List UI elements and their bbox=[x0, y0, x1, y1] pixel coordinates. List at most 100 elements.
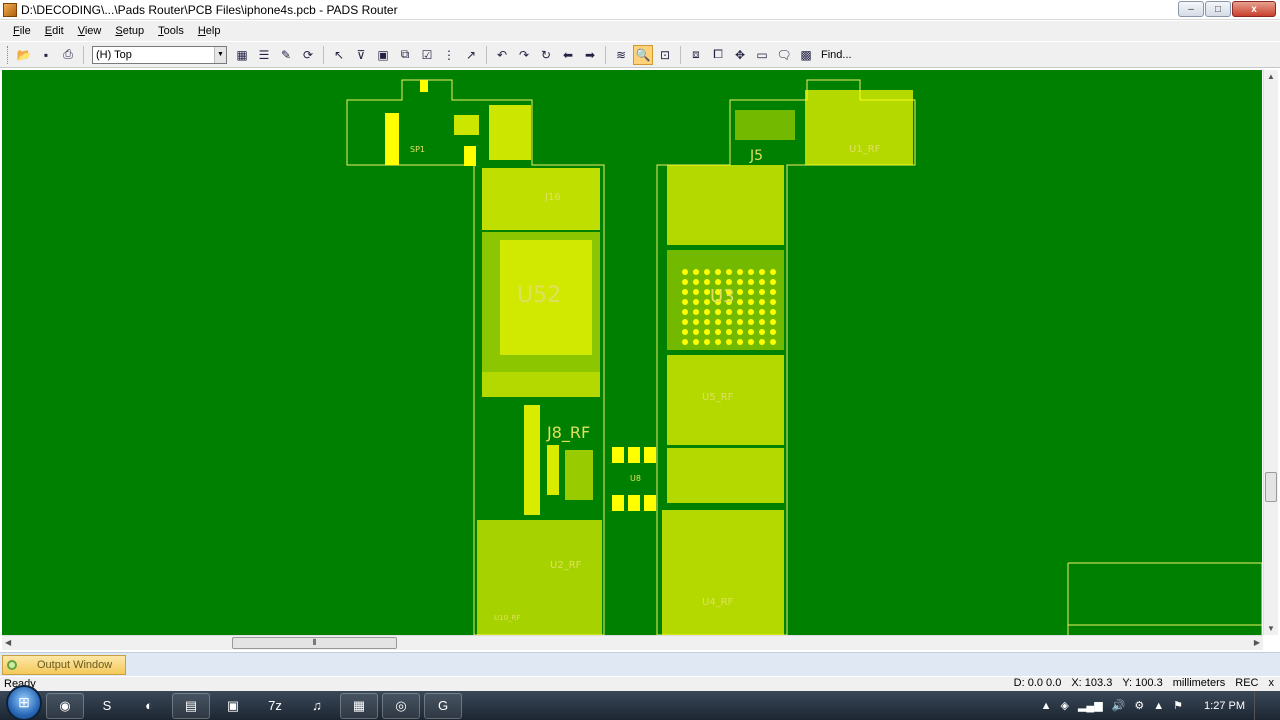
save-icon[interactable]: ▪ bbox=[36, 45, 56, 65]
menu-tools[interactable]: Tools bbox=[151, 25, 191, 37]
bga-pad bbox=[715, 279, 721, 285]
wave-icon[interactable]: ≋ bbox=[611, 45, 631, 65]
status-close[interactable]: x bbox=[1269, 677, 1275, 689]
outlook-taskbar-icon[interactable]: ◎ bbox=[382, 692, 420, 719]
network-taskbar-icon[interactable]: ▣ bbox=[214, 693, 252, 719]
brush-icon[interactable]: ✎ bbox=[276, 45, 296, 65]
bga-pad bbox=[748, 269, 754, 275]
filter-icon[interactable]: ⊽ bbox=[351, 45, 371, 65]
7zip-taskbar-icon[interactable]: 7z bbox=[256, 693, 294, 719]
toolbar-grip[interactable] bbox=[7, 45, 10, 64]
bga-pad bbox=[770, 279, 776, 285]
output-window-tab[interactable]: Output Window bbox=[2, 655, 126, 675]
tray-network-status-icon[interactable]: ◈ bbox=[1061, 699, 1069, 712]
status-coordinates: D: 0.0 0.0 X: 103.3 Y: 100.3 millimeters… bbox=[1014, 677, 1274, 689]
taskbar-clock[interactable]: 1:27 PM bbox=[1204, 700, 1245, 712]
frame-icon[interactable]: ▭ bbox=[752, 45, 772, 65]
refdes-label: U3 bbox=[710, 286, 735, 307]
menu-setup[interactable]: Setup bbox=[108, 25, 151, 37]
drive-icon[interactable]: ▲ bbox=[1153, 700, 1164, 712]
component-icon[interactable]: ▩ bbox=[796, 45, 816, 65]
bga-pad bbox=[770, 269, 776, 275]
zoom-fit-icon[interactable]: ⊡ bbox=[655, 45, 675, 65]
open-folder-icon[interactable]: 📂 bbox=[14, 45, 34, 65]
pads-taskbar-icon[interactable]: ▦ bbox=[340, 692, 378, 719]
bga-pad bbox=[682, 299, 688, 305]
bga-pad bbox=[693, 339, 699, 345]
refresh-icon[interactable]: ⟳ bbox=[298, 45, 318, 65]
maximize-button[interactable]: □ bbox=[1205, 1, 1231, 17]
layers-icon[interactable]: ▦ bbox=[232, 45, 252, 65]
scroll-down-icon[interactable]: ▼ bbox=[1267, 624, 1275, 633]
horizontal-scrollbar[interactable]: ◀ ⦀ ▶ bbox=[2, 635, 1263, 650]
highlight-icon[interactable]: ⧈ bbox=[686, 45, 706, 65]
vertical-scroll-thumb[interactable] bbox=[1265, 472, 1277, 502]
zoom-icon[interactable]: 🔍 bbox=[633, 44, 653, 65]
bga-pad bbox=[693, 279, 699, 285]
pointer-net-icon[interactable]: ↗ bbox=[461, 45, 481, 65]
find-button[interactable]: Find... bbox=[817, 49, 856, 61]
flag-icon[interactable]: ⚑ bbox=[1173, 699, 1183, 712]
windows-taskbar: ⊞ ◉ S ◐ ▤ ▣ 7z ♫ ▦ ◎ G ▲ ◈ ▂▄▆ 🔊 ⚙ ▲ ⚑ 1… bbox=[0, 684, 1280, 720]
bga-pad bbox=[704, 329, 710, 335]
move-icon[interactable]: ✥ bbox=[730, 45, 750, 65]
check-icon[interactable]: ☑ bbox=[417, 45, 437, 65]
vertical-scrollbar[interactable]: ▲ ▼ bbox=[1263, 70, 1278, 635]
volume-icon[interactable]: 🔊 bbox=[1112, 699, 1126, 712]
settings-gear-icon[interactable]: ⚙ bbox=[1134, 699, 1144, 712]
show-desktop-button[interactable] bbox=[1254, 691, 1266, 720]
menu-file[interactable]: File bbox=[6, 25, 38, 37]
bga-pad bbox=[770, 339, 776, 345]
properties-icon[interactable]: ☰ bbox=[254, 45, 274, 65]
pads-app-icon bbox=[3, 2, 17, 17]
bga-pad bbox=[748, 309, 754, 315]
bga-pad bbox=[693, 289, 699, 295]
bga-pad bbox=[770, 319, 776, 325]
bga-pad bbox=[737, 309, 743, 315]
undo-icon[interactable]: ↶ bbox=[492, 45, 512, 65]
scroll-right-icon[interactable]: ▶ bbox=[1254, 638, 1260, 647]
window-icon[interactable]: ⧠ bbox=[708, 45, 728, 65]
print-icon[interactable]: ⎙ bbox=[58, 45, 78, 65]
bga-pad bbox=[693, 309, 699, 315]
system-tray: ▲ ◈ ▂▄▆ 🔊 ⚙ ▲ ⚑ 1:27 PM bbox=[1041, 691, 1280, 720]
layer-select-value: (H) Top bbox=[96, 48, 132, 61]
redraw-icon[interactable]: ↻ bbox=[536, 45, 556, 65]
message-icon[interactable]: 🗨 bbox=[774, 45, 794, 65]
layer-select[interactable]: (H) Top ▼ bbox=[92, 45, 227, 64]
tray-expand-icon[interactable]: ▲ bbox=[1041, 700, 1052, 712]
start-button[interactable]: ⊞ bbox=[6, 684, 42, 720]
close-button[interactable]: x bbox=[1232, 1, 1276, 17]
horizontal-scroll-thumb[interactable]: ⦀ bbox=[232, 637, 397, 649]
bga-pad bbox=[682, 279, 688, 285]
autoroute-icon[interactable]: ⋮ bbox=[439, 45, 459, 65]
signal-bars-icon[interactable]: ▂▄▆ bbox=[1078, 699, 1103, 712]
chrome-taskbar-icon[interactable]: ◉ bbox=[46, 692, 84, 719]
select-arrow-icon[interactable]: ↖ bbox=[329, 45, 349, 65]
bga-pad bbox=[759, 309, 765, 315]
menu-edit[interactable]: Edit bbox=[38, 25, 71, 37]
skype-taskbar-icon[interactable]: S bbox=[88, 693, 126, 719]
window-controls: – □ x bbox=[1178, 1, 1276, 17]
itunes-taskbar-icon[interactable]: ♫ bbox=[298, 693, 336, 719]
back-arrow-icon[interactable]: ⬅ bbox=[558, 45, 578, 65]
bga-pad bbox=[759, 279, 765, 285]
pcb-canvas[interactable]: SP1 J16 U52 J8_RF U8 J5 U1_RF U2_RF U10_… bbox=[2, 70, 1262, 635]
bga-pad bbox=[715, 309, 721, 315]
copper-features bbox=[385, 80, 913, 635]
firefox-taskbar-icon[interactable]: ◐ bbox=[130, 693, 168, 719]
minimize-button[interactable]: – bbox=[1178, 1, 1204, 17]
route-icon[interactable]: ⧉ bbox=[395, 45, 415, 65]
status-rec: REC bbox=[1235, 677, 1259, 689]
drc-icon[interactable]: ▣ bbox=[373, 45, 393, 65]
menu-help[interactable]: Help bbox=[191, 25, 228, 37]
menu-view[interactable]: View bbox=[71, 25, 109, 37]
git-taskbar-icon[interactable]: G bbox=[424, 692, 462, 719]
bga-pad bbox=[770, 329, 776, 335]
redo-icon[interactable]: ↷ bbox=[514, 45, 534, 65]
scroll-left-icon[interactable]: ◀ bbox=[5, 638, 11, 647]
status-delta: D: 0.0 0.0 bbox=[1013, 677, 1062, 689]
forward-arrow-icon[interactable]: ➡ bbox=[580, 45, 600, 65]
scroll-up-icon[interactable]: ▲ bbox=[1267, 72, 1275, 81]
explorer-taskbar-icon[interactable]: ▤ bbox=[172, 692, 210, 719]
